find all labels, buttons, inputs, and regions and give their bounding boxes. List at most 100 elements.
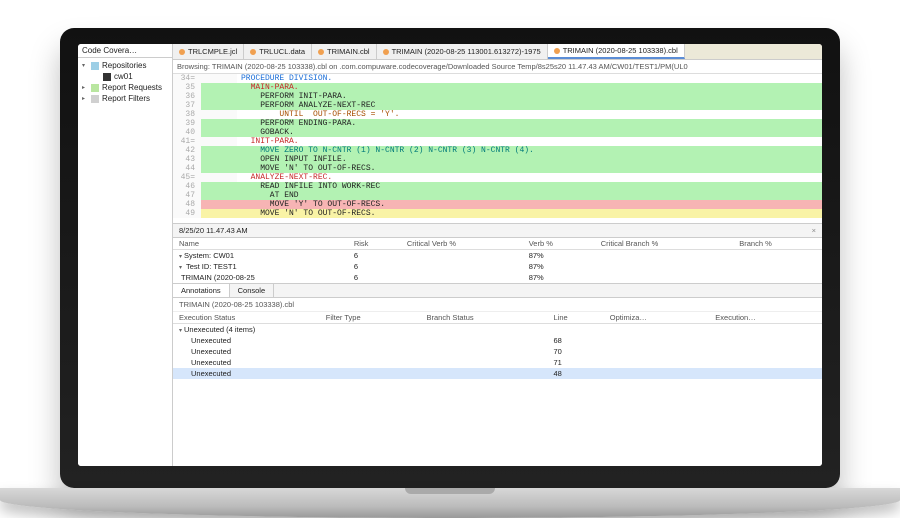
annotations-table: Execution StatusFilter TypeBranch Status…: [173, 312, 822, 379]
code-line[interactable]: 47 AT END: [173, 191, 822, 200]
tree-item[interactable]: cw01: [82, 71, 168, 82]
code-line[interactable]: 49 MOVE 'N' TO OUT-OF-RECS.: [173, 209, 822, 218]
coverage-gutter: [201, 191, 237, 200]
editor-tabbar: TRLCMPLE.jclTRLUCL.dataTRIMAIN.cblTRIMAI…: [173, 44, 822, 60]
code-text: MOVE 'N' TO OUT-OF-RECS.: [237, 209, 822, 218]
table-row[interactable]: Unexecuted71: [173, 357, 822, 368]
line-number: 40: [173, 128, 201, 137]
coverage-gutter: [201, 182, 237, 191]
column-header[interactable]: Filter Type: [320, 312, 421, 324]
repo-icon: [91, 62, 99, 70]
annotations-subtitle: TRIMAIN (2020-08-25 103338).cbl: [173, 298, 822, 312]
column-header[interactable]: Execution Status: [173, 312, 320, 324]
line-number: 47: [173, 191, 201, 200]
editor-tab[interactable]: TRIMAIN (2020-08-25 103338).cbl: [548, 44, 685, 59]
twisty-icon: ▾: [82, 62, 88, 69]
app-window: Code Covera… ▾Repositoriescw01▸Report Re…: [78, 44, 822, 466]
column-header[interactable]: Risk: [348, 238, 401, 250]
column-header[interactable]: Name: [173, 238, 348, 250]
column-header[interactable]: Critical Branch %: [595, 238, 734, 250]
column-header[interactable]: Line: [548, 312, 604, 324]
laptop-base: [0, 488, 900, 518]
tree-item[interactable]: ▸Report Filters: [82, 93, 168, 104]
code-text: PERFORM ENDING-PARA.: [237, 119, 822, 128]
summary-tab-label: 8/25/20 11.47.43 AM: [179, 226, 248, 235]
column-header[interactable]: Execution…: [709, 312, 822, 324]
code-line[interactable]: 43 OPEN INPUT INFILE.: [173, 155, 822, 164]
code-line[interactable]: 40 GOBACK.: [173, 128, 822, 137]
tree-item-label: Report Filters: [102, 94, 150, 103]
code-line[interactable]: 42 MOVE ZERO TO N-CNTR (1) N-CNTR (2) N-…: [173, 146, 822, 155]
annotations-panel: AnnotationsConsole TRIMAIN (2020-08-25 1…: [173, 284, 822, 466]
laptop-frame: Code Covera… ▾Repositoriescw01▸Report Re…: [60, 28, 840, 488]
coverage-gutter: [201, 128, 237, 137]
editor-tab[interactable]: TRLCMPLE.jcl: [173, 44, 244, 59]
code-line[interactable]: 36 PERFORM INIT-PARA.: [173, 92, 822, 101]
line-number: 38: [173, 110, 201, 119]
table-row[interactable]: Unexecuted68: [173, 335, 822, 346]
coverage-gutter: [201, 209, 237, 218]
editor-tab[interactable]: TRIMAIN.cbl: [312, 44, 377, 59]
req-icon: [91, 84, 99, 92]
laptop-notch: [405, 488, 495, 494]
table-row[interactable]: Unexecuted48: [173, 368, 822, 379]
column-header[interactable]: Branch Status: [421, 312, 548, 324]
table-row[interactable]: TRIMAIN (2020-08-25687%: [173, 272, 822, 283]
code-line[interactable]: 34=PROCEDURE DIVISION.: [173, 74, 822, 83]
line-number: 35: [173, 83, 201, 92]
line-number: 42: [173, 146, 201, 155]
column-header[interactable]: Critical Verb %: [401, 238, 523, 250]
code-line[interactable]: 39 PERFORM ENDING-PARA.: [173, 119, 822, 128]
code-line[interactable]: 41= INIT-PARA.: [173, 137, 822, 146]
code-text: PERFORM INIT-PARA.: [237, 92, 822, 101]
code-line[interactable]: 44 MOVE 'N' TO OUT-OF-RECS.: [173, 164, 822, 173]
code-line[interactable]: 45= ANALYZE-NEXT-REC.: [173, 173, 822, 182]
code-line[interactable]: 46 READ INFILE INTO WORK-REC: [173, 182, 822, 191]
tree-item[interactable]: ▸Report Requests: [82, 82, 168, 93]
editor-tab[interactable]: TRLUCL.data: [244, 44, 312, 59]
table-header-row: NameRiskCritical Verb %Verb %Critical Br…: [173, 238, 822, 250]
coverage-gutter: [201, 200, 237, 209]
code-line[interactable]: 35 MAIN-PARA.: [173, 83, 822, 92]
code-text: PERFORM ANALYZE-NEXT-REC: [237, 101, 822, 110]
tree-item-label: Repositories: [102, 61, 146, 70]
code-line[interactable]: 48 MOVE 'Y' TO OUT-OF-RECS.: [173, 200, 822, 209]
code-editor[interactable]: 34=PROCEDURE DIVISION.35 MAIN-PARA.36 PE…: [173, 74, 822, 224]
line-number: 48: [173, 200, 201, 209]
tab-label: TRLCMPLE.jcl: [188, 47, 237, 56]
line-number: 44: [173, 164, 201, 173]
code-text: PROCEDURE DIVISION.: [237, 74, 822, 83]
summary-tab[interactable]: 8/25/20 11.47.43 AM ×: [173, 224, 822, 238]
column-header[interactable]: Optimiza…: [604, 312, 710, 324]
column-header[interactable]: Branch %: [733, 238, 822, 250]
column-header[interactable]: Verb %: [523, 238, 595, 250]
code-line[interactable]: 37 PERFORM ANALYZE-NEXT-REC: [173, 101, 822, 110]
line-number: 36: [173, 92, 201, 101]
tree: ▾ Repositoriescw01▸Report Requests▸Report…: [78, 58, 172, 106]
summary-table: NameRiskCritical Verb %Verb %Critical Br…: [173, 238, 822, 283]
table-row[interactable]: Unexecuted70: [173, 346, 822, 357]
code-text: UNTIL OUT-OF-RECS = 'Y'.: [237, 110, 822, 119]
coverage-gutter: [201, 137, 237, 146]
editor-tab[interactable]: TRIMAIN (2020-08-25 113001.613272)-1975: [377, 44, 548, 59]
table-group-row[interactable]: ▾Unexecuted (4 items): [173, 324, 822, 336]
file-dirty-icon: [179, 49, 185, 55]
panel-tab[interactable]: Console: [230, 284, 275, 297]
main-area: TRLCMPLE.jclTRLUCL.dataTRIMAIN.cblTRIMAI…: [173, 44, 822, 466]
coverage-gutter: [201, 164, 237, 173]
table-row[interactable]: ▾ Test ID: TEST1687%: [173, 261, 822, 272]
table-row[interactable]: ▾System: CW01687%: [173, 250, 822, 262]
code-text: READ INFILE INTO WORK-REC: [237, 182, 822, 191]
file-dirty-icon: [318, 49, 324, 55]
tree-item[interactable]: ▾ Repositories: [82, 60, 168, 71]
tree-item-label: Report Requests: [102, 83, 162, 92]
code-text: OPEN INPUT INFILE.: [237, 155, 822, 164]
filter-icon: [91, 95, 99, 103]
line-number: 39: [173, 119, 201, 128]
panel-tab[interactable]: Annotations: [173, 284, 230, 297]
coverage-gutter: [201, 155, 237, 164]
coverage-gutter: [201, 83, 237, 92]
code-text: MOVE 'Y' TO OUT-OF-RECS.: [237, 200, 822, 209]
close-icon[interactable]: ×: [812, 226, 816, 235]
code-line[interactable]: 38 UNTIL OUT-OF-RECS = 'Y'.: [173, 110, 822, 119]
